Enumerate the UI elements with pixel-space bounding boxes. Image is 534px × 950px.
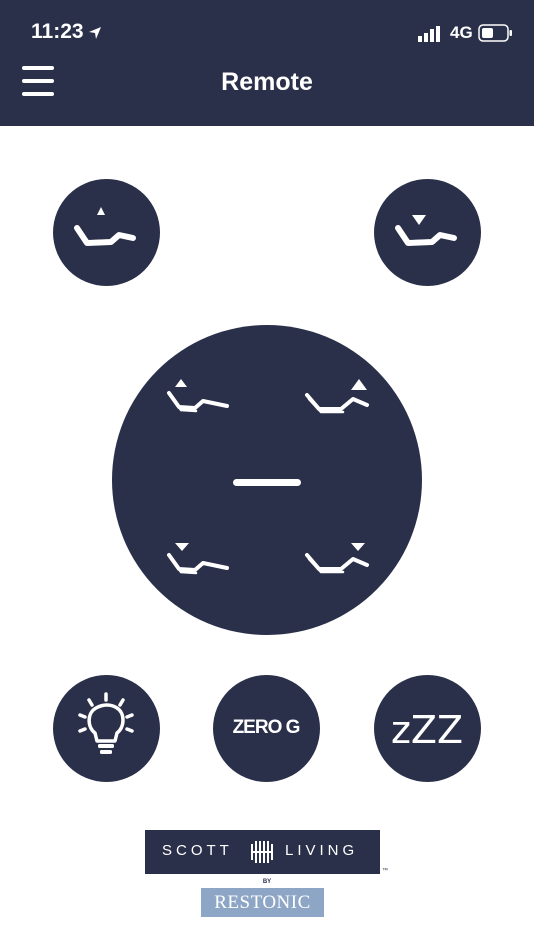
restonic-logo: RESTONIC bbox=[201, 888, 324, 917]
head-up-button[interactable] bbox=[157, 375, 257, 445]
foot-up-icon bbox=[305, 379, 369, 414]
recline-raise-button[interactable] bbox=[53, 179, 160, 286]
scott-living-logo: SCOTT LIVING bbox=[145, 830, 380, 874]
foot-up-button[interactable] bbox=[297, 375, 397, 445]
brand-left: SCOTT bbox=[162, 842, 233, 859]
flat-icon bbox=[233, 479, 301, 486]
location-arrow-icon bbox=[89, 27, 101, 39]
foot-down-button[interactable] bbox=[297, 535, 397, 605]
head-down-button[interactable] bbox=[157, 535, 257, 605]
brand-right: LIVING bbox=[285, 842, 359, 859]
brand-by: BY bbox=[262, 879, 272, 885]
sleep-text: zZZ bbox=[391, 708, 463, 752]
trademark: ™ bbox=[382, 868, 388, 874]
page-title: Remote bbox=[221, 68, 313, 96]
flat-button[interactable] bbox=[228, 470, 308, 496]
brand-mark-icon bbox=[251, 841, 273, 863]
foot-down-icon bbox=[305, 543, 369, 574]
sleep-label: zZZ bbox=[374, 675, 480, 781]
recliner-lower-icon bbox=[395, 215, 457, 246]
control-pad bbox=[112, 325, 422, 635]
lightbulb-icon bbox=[78, 692, 134, 754]
sleep-zzz-icon: zZZ bbox=[391, 708, 463, 752]
status-time: 11:23 bbox=[31, 20, 84, 43]
zero-g-label: ZERO G bbox=[232, 717, 301, 738]
battery-icon bbox=[478, 24, 512, 42]
zero-g-button[interactable]: ZERO G bbox=[213, 675, 320, 782]
recliner-raise-icon bbox=[74, 207, 136, 246]
app-header: 11:23 4G Remote bbox=[0, 0, 534, 126]
network-type: 4G bbox=[450, 23, 473, 42]
cellular-signal-icon bbox=[418, 26, 440, 42]
recline-lower-button[interactable] bbox=[374, 179, 481, 286]
head-down-icon bbox=[167, 543, 229, 575]
sleep-button[interactable]: zZZ bbox=[374, 675, 481, 782]
light-button[interactable] bbox=[53, 675, 160, 782]
head-up-icon bbox=[167, 379, 229, 413]
